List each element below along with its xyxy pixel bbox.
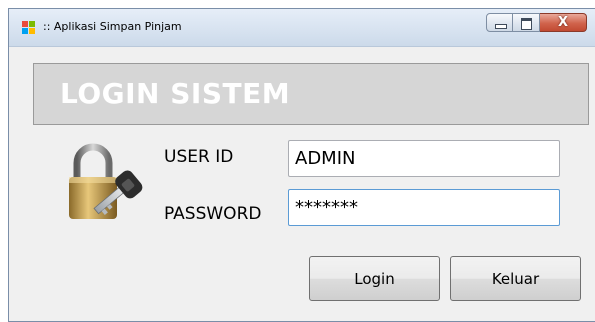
password-input[interactable] <box>288 189 560 226</box>
window-title: :: Aplikasi Simpan Pinjam <box>43 20 182 33</box>
login-window: :: Aplikasi Simpan Pinjam X LOGIN SISTEM <box>8 8 595 322</box>
login-banner: LOGIN SISTEM <box>33 63 589 125</box>
user-id-label: USER ID <box>164 147 234 167</box>
padlock-key-icon <box>69 143 143 219</box>
close-icon: X <box>557 15 569 30</box>
minimize-button[interactable] <box>486 13 513 32</box>
exit-button[interactable]: Keluar <box>450 256 581 301</box>
window-controls: X <box>486 13 587 33</box>
windows-form-icon <box>22 21 35 34</box>
maximize-icon <box>521 18 532 30</box>
minimize-icon <box>495 24 507 29</box>
login-button[interactable]: Login <box>309 256 440 301</box>
user-id-input[interactable] <box>288 140 560 177</box>
banner-title: LOGIN SISTEM <box>60 77 291 110</box>
maximize-button[interactable] <box>513 13 540 32</box>
password-label: PASSWORD <box>164 204 262 224</box>
title-bar[interactable]: :: Aplikasi Simpan Pinjam X <box>9 9 595 47</box>
close-button[interactable]: X <box>540 13 587 32</box>
